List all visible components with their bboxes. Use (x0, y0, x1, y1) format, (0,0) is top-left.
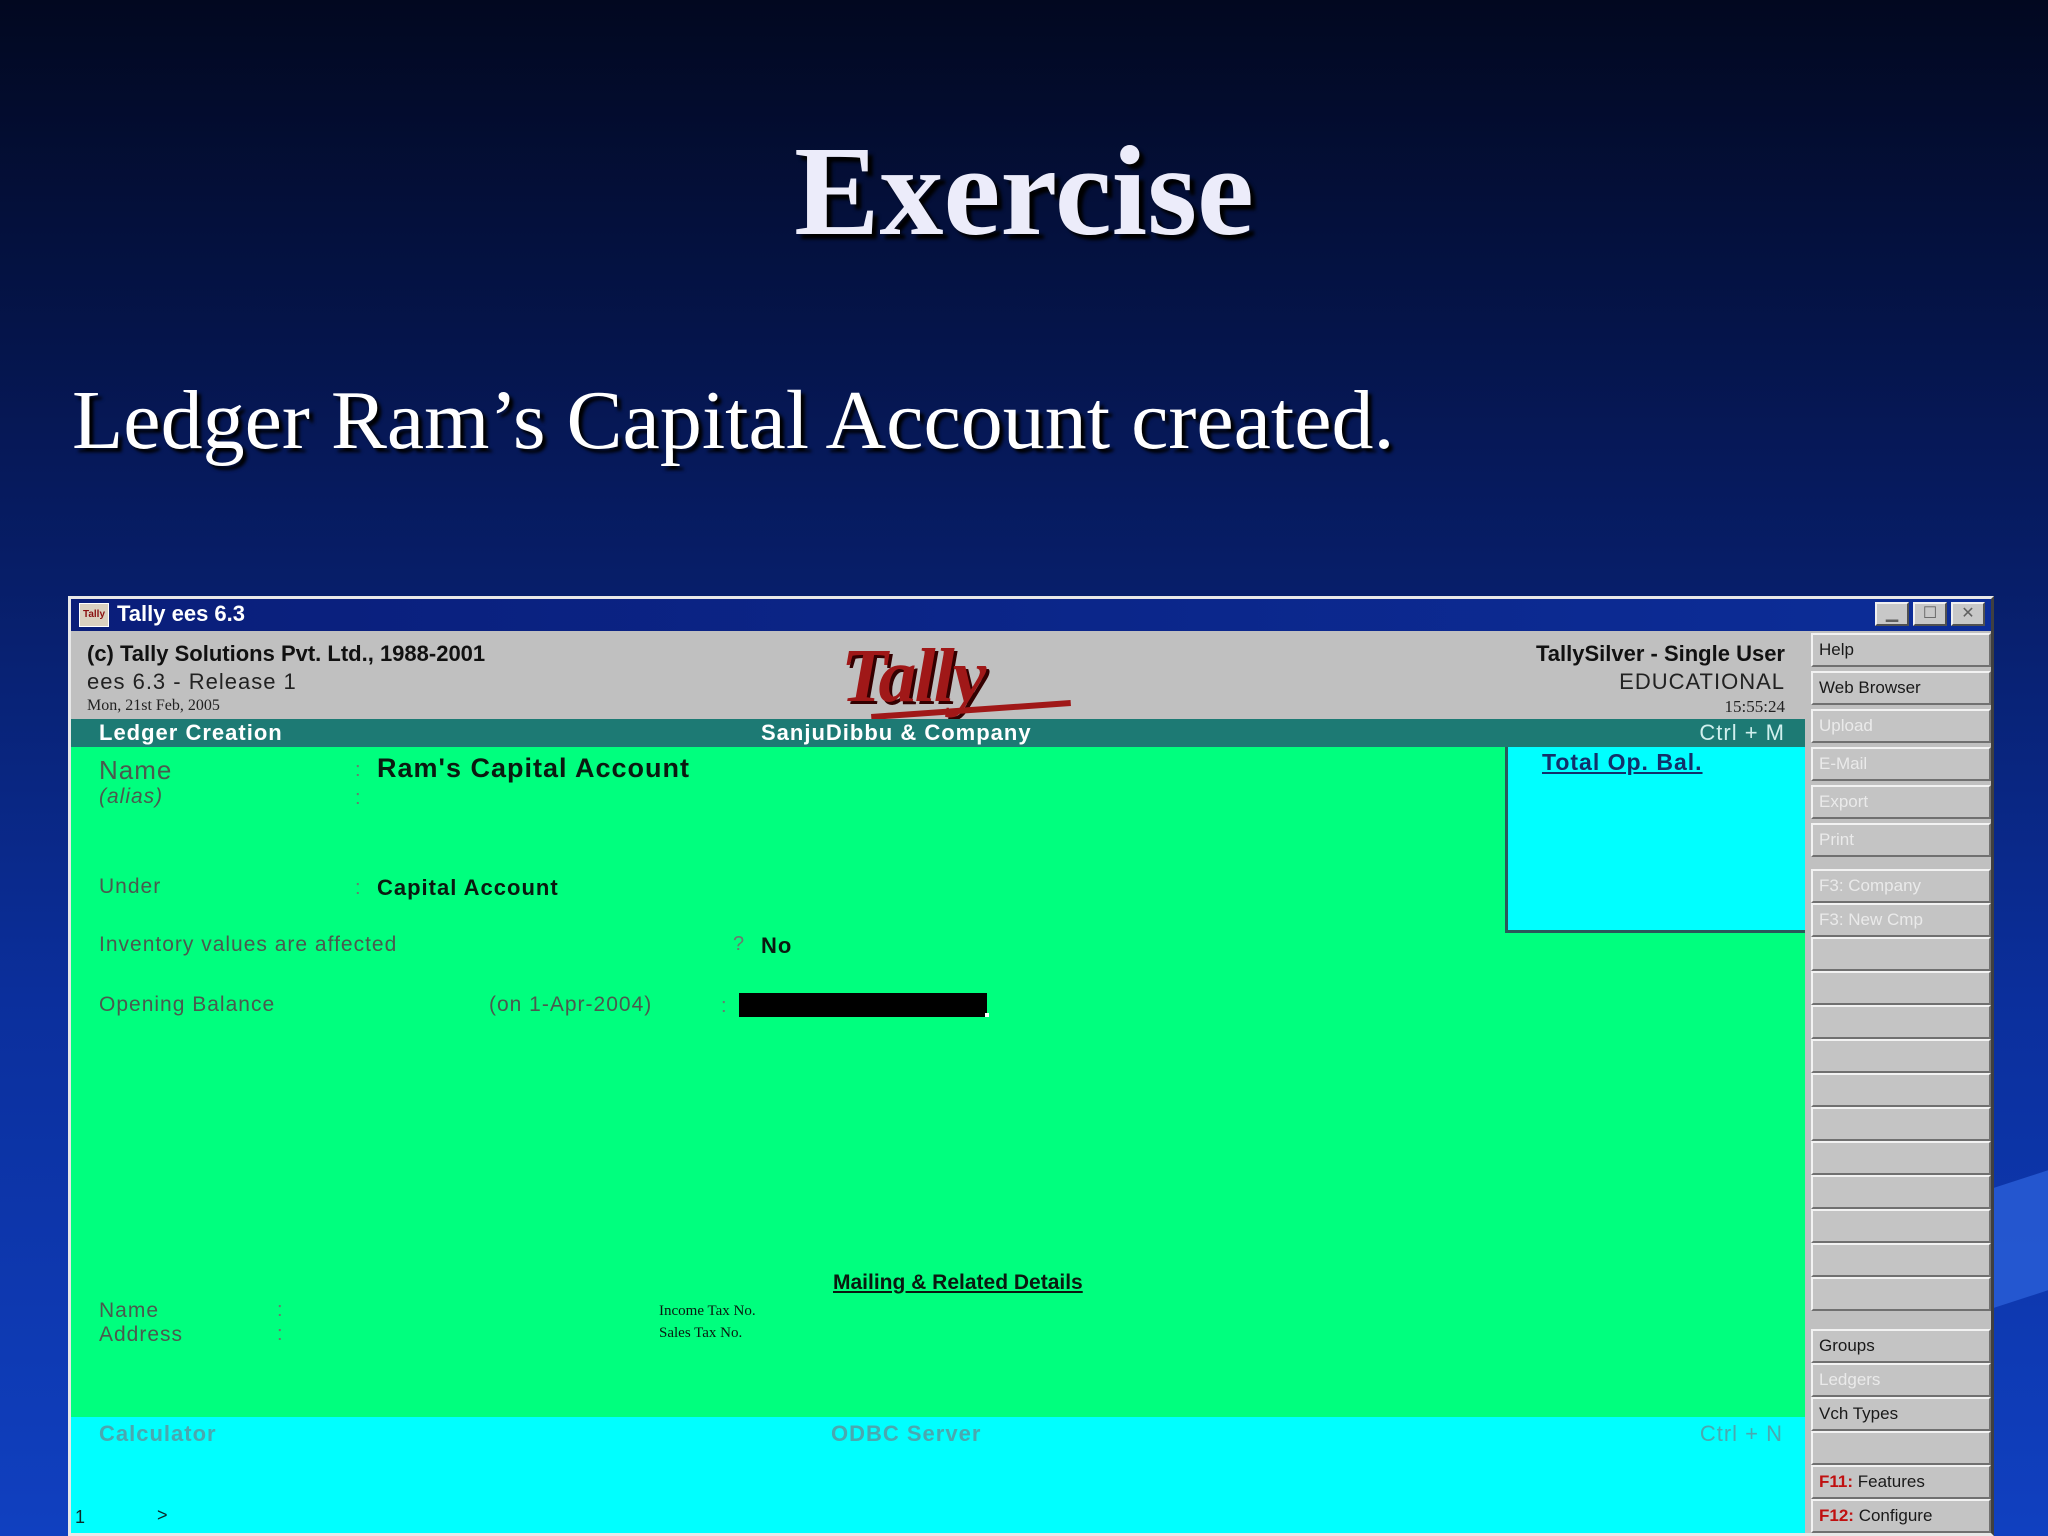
close-button[interactable]: ✕ (1951, 602, 1985, 626)
app-header: (c) Tally Solutions Pvt. Ltd., 1988-2001… (71, 631, 1805, 720)
calculator-panel[interactable]: Calculator (99, 1421, 217, 1447)
sales-tax-label: Sales Tax No. (659, 1325, 743, 1341)
slide-subtitle: Ledger Ram’s Capital Account created. (72, 374, 1395, 467)
opening-balance-date: (on 1-Apr-2004) (489, 993, 653, 1016)
empty-button-3[interactable] (1811, 1005, 1991, 1039)
under-label: Under (99, 875, 162, 898)
minimize-button[interactable]: ▁ (1875, 602, 1909, 626)
calculator-shortcut: Ctrl + N (1699, 1421, 1783, 1446)
minimize-icon: ▁ (1885, 605, 1899, 622)
print-button[interactable]: Print (1811, 823, 1991, 857)
decorative-shard (1988, 1170, 2048, 1310)
f12-key: F12: (1819, 1506, 1854, 1525)
tally-app-icon[interactable]: Tally (79, 603, 109, 627)
empty-button-6[interactable] (1811, 1107, 1991, 1141)
tally-window: Tally Tally ees 6.3 ▁ ☐ ✕ (c) Tally Solu… (68, 596, 1994, 1536)
f12-label: Configure (1858, 1506, 1933, 1525)
window-titlebar[interactable]: Tally Tally ees 6.3 ▁ ☐ ✕ (71, 599, 1991, 631)
vch-types-button[interactable]: Vch Types (1811, 1397, 1991, 1431)
alias-label: (alias) (99, 785, 164, 808)
f11-key: F11: (1819, 1472, 1854, 1491)
total-op-bal-panel: Total Op. Bal. (1505, 747, 1805, 933)
mailing-name-label: Name (99, 1299, 160, 1322)
empty-button-11[interactable] (1811, 1277, 1991, 1311)
opening-balance-colon: : (721, 995, 727, 1017)
empty-button-8[interactable] (1811, 1175, 1991, 1209)
mailing-address-label: Address (99, 1323, 184, 1346)
product-name: TallySilver - Single User (1535, 641, 1785, 666)
ledgers-button[interactable]: Ledgers (1811, 1363, 1991, 1397)
inventory-field[interactable]: No (761, 933, 792, 959)
screen-shortcut[interactable]: Ctrl + M (1699, 720, 1785, 746)
bottom-bar: Calculator ODBC Server Ctrl + N 1 > (71, 1417, 1805, 1533)
income-tax-label: Income Tax No. (659, 1303, 756, 1319)
empty-button-10[interactable] (1811, 1243, 1991, 1277)
name-colon: : (355, 759, 361, 781)
window-title: Tally ees 6.3 (117, 601, 246, 626)
alias-colon: : (355, 787, 361, 809)
empty-button-2[interactable] (1811, 971, 1991, 1005)
name-label: Name (99, 755, 173, 785)
inventory-label: Inventory values are affected (99, 933, 398, 956)
empty-button-1[interactable] (1811, 937, 1991, 971)
under-field[interactable]: Capital Account (377, 875, 559, 901)
upload-button[interactable]: Upload (1811, 709, 1991, 743)
export-button[interactable]: Export (1811, 785, 1991, 819)
maximize-button[interactable]: ☐ (1913, 602, 1947, 626)
empty-button-12[interactable] (1811, 1431, 1991, 1465)
mailing-details-title: Mailing & Related Details (833, 1271, 1083, 1294)
empty-button-9[interactable] (1811, 1209, 1991, 1243)
screen-title-bar: Ledger Creation SanjuDibbu & Company Ctr… (71, 719, 1805, 747)
slide-title: Exercise (794, 120, 1254, 262)
f3-company-button[interactable]: F3: Company (1811, 869, 1991, 903)
copyright-text: (c) Tally Solutions Pvt. Ltd., 1988-2001 (87, 641, 486, 666)
maximize-icon: ☐ (1922, 605, 1938, 622)
email-button[interactable]: E-Mail (1811, 747, 1991, 781)
calculator-line-number: 1 (75, 1507, 86, 1527)
ledger-creation-form: Name : Ram's Capital Account (alias) : U… (71, 747, 1805, 1417)
help-button[interactable]: Help (1811, 633, 1991, 667)
text-cursor (985, 1013, 989, 1017)
current-date: Mon, 21st Feb, 2005 (87, 697, 220, 714)
f11-label: Features (1857, 1472, 1925, 1491)
release-text: ees 6.3 - Release 1 (87, 669, 297, 694)
calculator-prompt[interactable]: > (157, 1505, 168, 1526)
f11-features-button[interactable]: F11: Features (1811, 1465, 1991, 1499)
f3-new-cmp-button[interactable]: F3: New Cmp (1811, 903, 1991, 937)
inventory-question: ? (733, 933, 745, 955)
close-icon: ✕ (1961, 605, 1975, 622)
web-browser-button[interactable]: Web Browser (1811, 671, 1991, 705)
mailing-name-colon: : (277, 1299, 283, 1321)
empty-button-7[interactable] (1811, 1141, 1991, 1175)
name-field[interactable]: Ram's Capital Account (377, 753, 690, 784)
under-colon: : (355, 877, 361, 899)
opening-balance-input[interactable] (739, 993, 987, 1017)
company-name: SanjuDibbu & Company (761, 720, 1032, 745)
mailing-address-colon: : (277, 1323, 283, 1345)
total-op-bal-title: Total Op. Bal. (1542, 749, 1703, 775)
screen-title: Ledger Creation (99, 720, 283, 745)
empty-button-5[interactable] (1811, 1073, 1991, 1107)
odbc-server-label: ODBC Server (831, 1421, 982, 1446)
button-panel: Help Web Browser Upload E-Mail Export Pr… (1805, 631, 1991, 1533)
current-time: 15:55:24 (1724, 697, 1785, 716)
opening-balance-label: Opening Balance (99, 993, 276, 1016)
edition-text: EDUCATIONAL (1619, 669, 1785, 694)
f12-configure-button[interactable]: F12: Configure (1811, 1499, 1991, 1533)
groups-button[interactable]: Groups (1811, 1329, 1991, 1363)
empty-button-4[interactable] (1811, 1039, 1991, 1073)
